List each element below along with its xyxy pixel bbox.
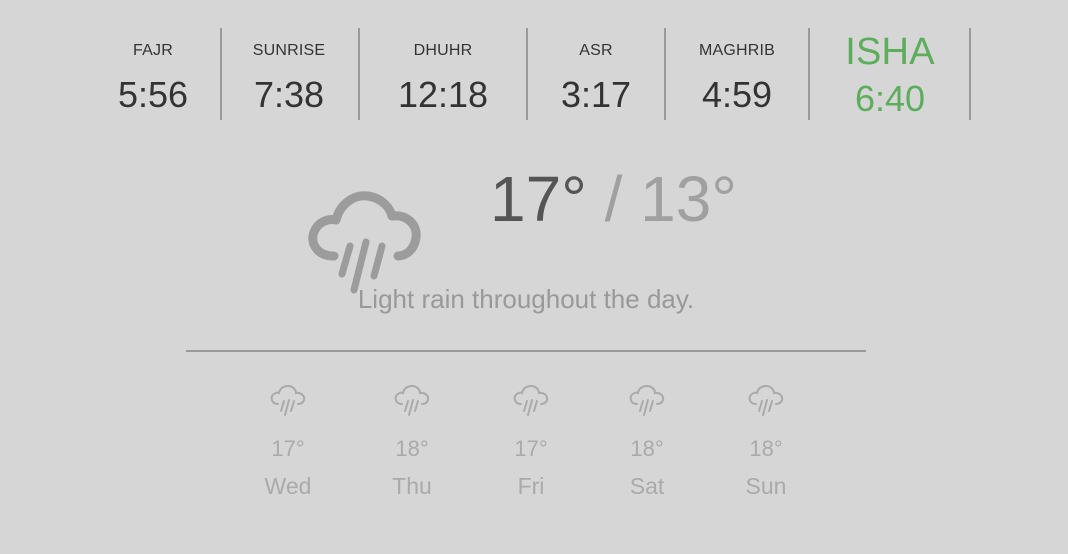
forecast-day: 18° Sun [721,384,811,500]
forecast-day: 18° Thu [367,384,457,500]
prayer-weather-dashboard: FAJR 5:56 SUNRISE 7:38 DHUHR 12:18 ASR 3… [0,0,1068,554]
prayer-dhuhr: DHUHR 12:18 [373,0,513,120]
forecast-temp: 18° [395,436,429,461]
temp-high: 17° [490,163,587,235]
prayer-maghrib: MAGHRIB 4:59 [678,0,796,120]
rain-cloud-icon [513,384,549,416]
forecast-temp: 17° [271,436,305,461]
forecast-day-name: Thu [392,473,432,499]
prayer-divider [220,28,222,120]
prayer-name: ASR [579,42,613,59]
prayer-asr: ASR 3:17 [540,0,652,120]
prayer-name: SUNRISE [252,42,326,59]
prayer-time: 5:56 [117,74,189,115]
forecast-day: 17° Wed [243,384,333,500]
prayer-sunrise: SUNRISE 7:38 [233,0,345,120]
prayer-divider [664,28,666,120]
forecast-day: 18° Sat [602,384,692,500]
forecast-day-name: Wed [264,473,312,499]
prayer-time: 4:59 [701,74,773,115]
prayer-name: ISHA [845,31,935,73]
prayer-time: 6:40 [854,78,926,119]
temp-low: 13° [640,163,737,235]
prayer-time: 3:17 [560,74,632,115]
prayer-name: DHUHR [413,42,473,59]
forecast-day-name: Sat [629,473,665,499]
weather-summary: Light rain throughout the day. [357,284,695,314]
prayer-divider [969,28,971,120]
forecast-temp: 18° [749,436,783,461]
forecast-temp: 17° [514,436,548,461]
prayer-name: MAGHRIB [698,42,776,59]
prayer-fajr: FAJR 5:56 [103,0,203,120]
rain-cloud-icon [629,384,665,416]
rain-cloud-icon [748,384,784,416]
prayer-time: 7:38 [253,74,325,115]
prayer-divider [808,28,810,120]
forecast-day: 17° Fri [486,384,576,500]
prayer-divider [358,28,360,120]
rain-cloud-icon [394,384,430,416]
forecast-day-name: Sun [745,473,787,499]
temp-separator: / [604,163,623,235]
forecast-day-name: Fri [517,473,545,499]
rain-cloud-icon [270,384,306,416]
current-temperature: 17° / 13° [490,160,737,238]
prayer-isha-active: ISHA 6:40 [822,0,958,120]
divider [186,350,866,352]
prayer-time: 12:18 [397,74,489,115]
forecast-temp: 18° [630,436,664,461]
prayer-name: FAJR [133,42,173,59]
prayer-divider [526,28,528,120]
